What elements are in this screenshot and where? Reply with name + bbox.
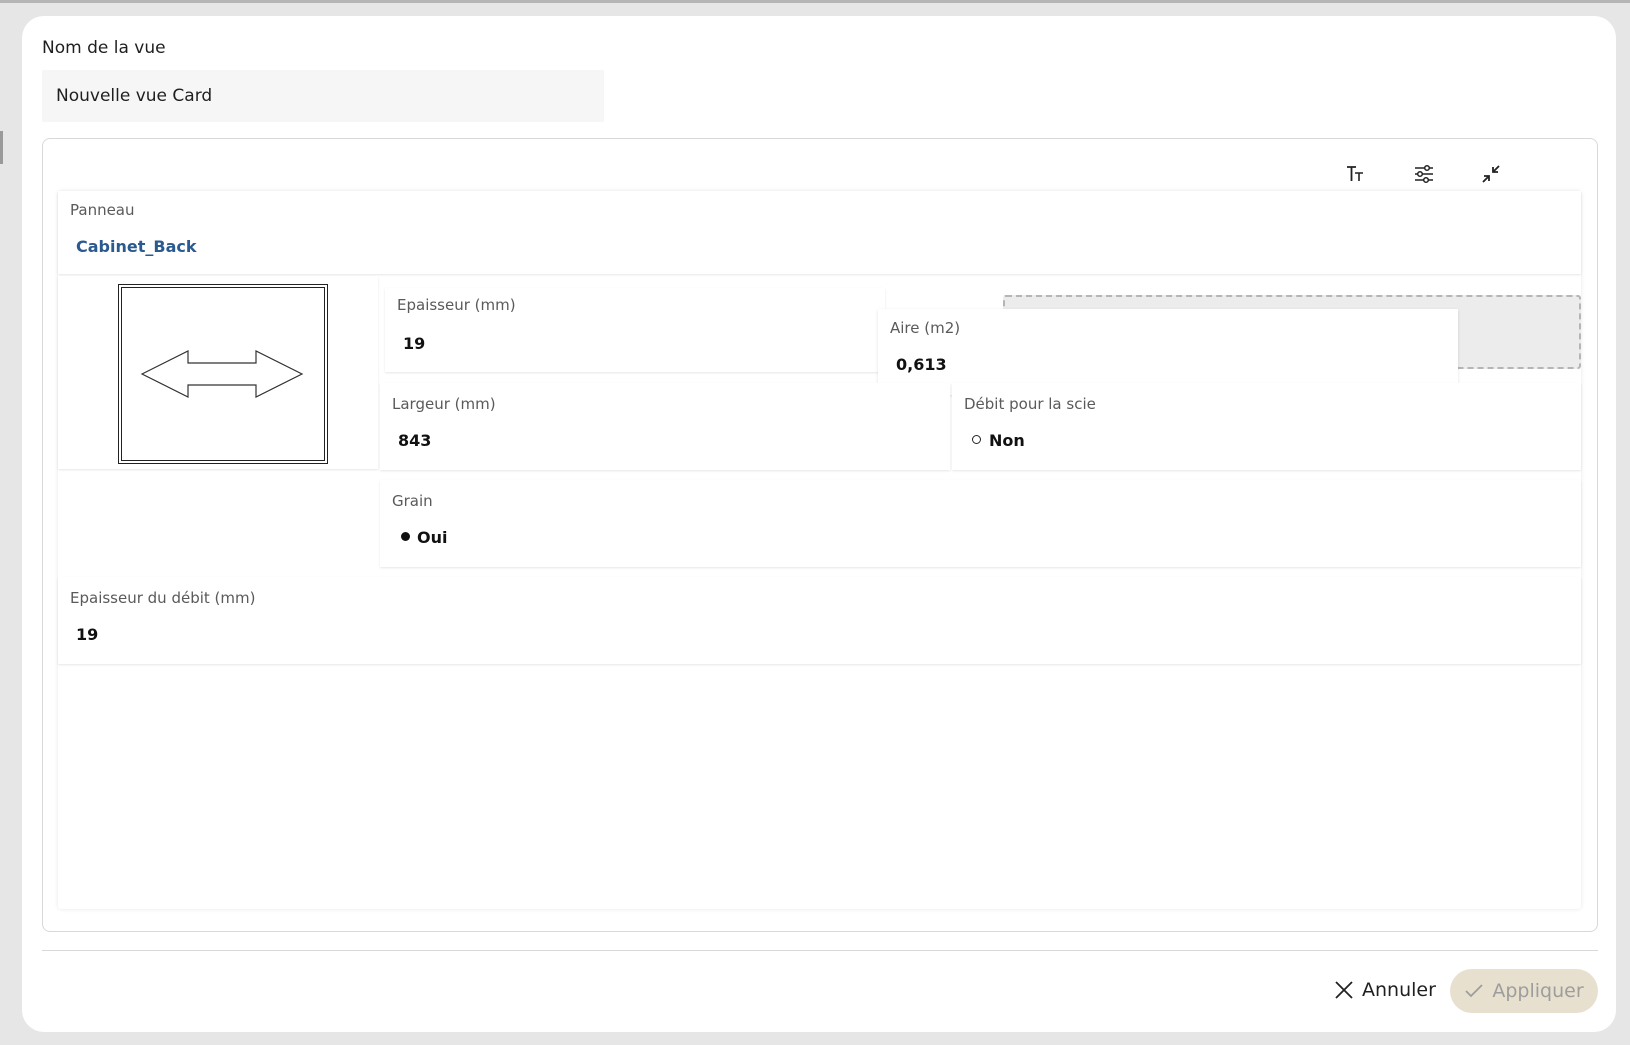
- view-name-input[interactable]: [42, 70, 604, 122]
- radio-unchecked-icon: [972, 435, 981, 444]
- field-value: 0,613: [896, 355, 947, 374]
- background-stub: [0, 131, 3, 164]
- field-value: 843: [398, 431, 432, 450]
- field-epaisseur[interactable]: Epaisseur (mm) 19: [385, 288, 885, 372]
- apply-label: Appliquer: [1492, 980, 1584, 1002]
- check-icon: [1465, 984, 1483, 998]
- radio-checked-icon: [401, 532, 410, 541]
- field-label: Panneau: [70, 201, 135, 219]
- field-value: 19: [403, 334, 426, 353]
- card-preview: Panneau Cabinet_Back Epaisseur (mm) 19 A…: [58, 191, 1581, 909]
- collapse-icon[interactable]: [1476, 159, 1506, 189]
- settings-sliders-icon[interactable]: [1409, 159, 1439, 189]
- text-size-icon[interactable]: [1341, 159, 1371, 189]
- view-name-label: Nom de la vue: [42, 38, 166, 58]
- field-label: Débit pour la scie: [964, 395, 1096, 413]
- field-label: Epaisseur (mm): [397, 296, 516, 314]
- field-label: Largeur (mm): [392, 395, 496, 413]
- field-value: 19: [76, 625, 99, 644]
- panneau-link[interactable]: Cabinet_Back: [76, 237, 196, 256]
- field-grain[interactable]: Grain Oui: [380, 480, 1581, 567]
- grain-arrow-icon: [140, 350, 304, 398]
- field-value: Oui: [417, 528, 448, 547]
- panel-thumbnail: [118, 284, 328, 464]
- card-layout-editor: Panneau Cabinet_Back Epaisseur (mm) 19 A…: [42, 138, 1598, 932]
- field-debit-scie[interactable]: Débit pour la scie Non: [952, 383, 1581, 470]
- field-panneau[interactable]: Panneau Cabinet_Back: [58, 191, 1581, 274]
- cancel-button[interactable]: Annuler: [1334, 973, 1436, 1007]
- field-label: Aire (m2): [890, 319, 961, 337]
- field-label: Grain: [392, 492, 433, 510]
- field-value: Non: [989, 431, 1025, 450]
- close-icon: [1335, 981, 1353, 999]
- view-editor-modal: Nom de la vue Nouvelle vue Card Panneau …: [22, 16, 1616, 1032]
- field-epaisseur-debit[interactable]: Epaisseur du débit (mm) 19: [58, 577, 1581, 664]
- field-label: Epaisseur du débit (mm): [70, 589, 256, 607]
- field-largeur[interactable]: Largeur (mm) 843: [380, 383, 950, 470]
- window-top-border: [0, 0, 1630, 3]
- footer-divider: [42, 950, 1598, 951]
- apply-button[interactable]: Appliquer: [1450, 969, 1598, 1013]
- cancel-label: Annuler: [1362, 979, 1436, 1001]
